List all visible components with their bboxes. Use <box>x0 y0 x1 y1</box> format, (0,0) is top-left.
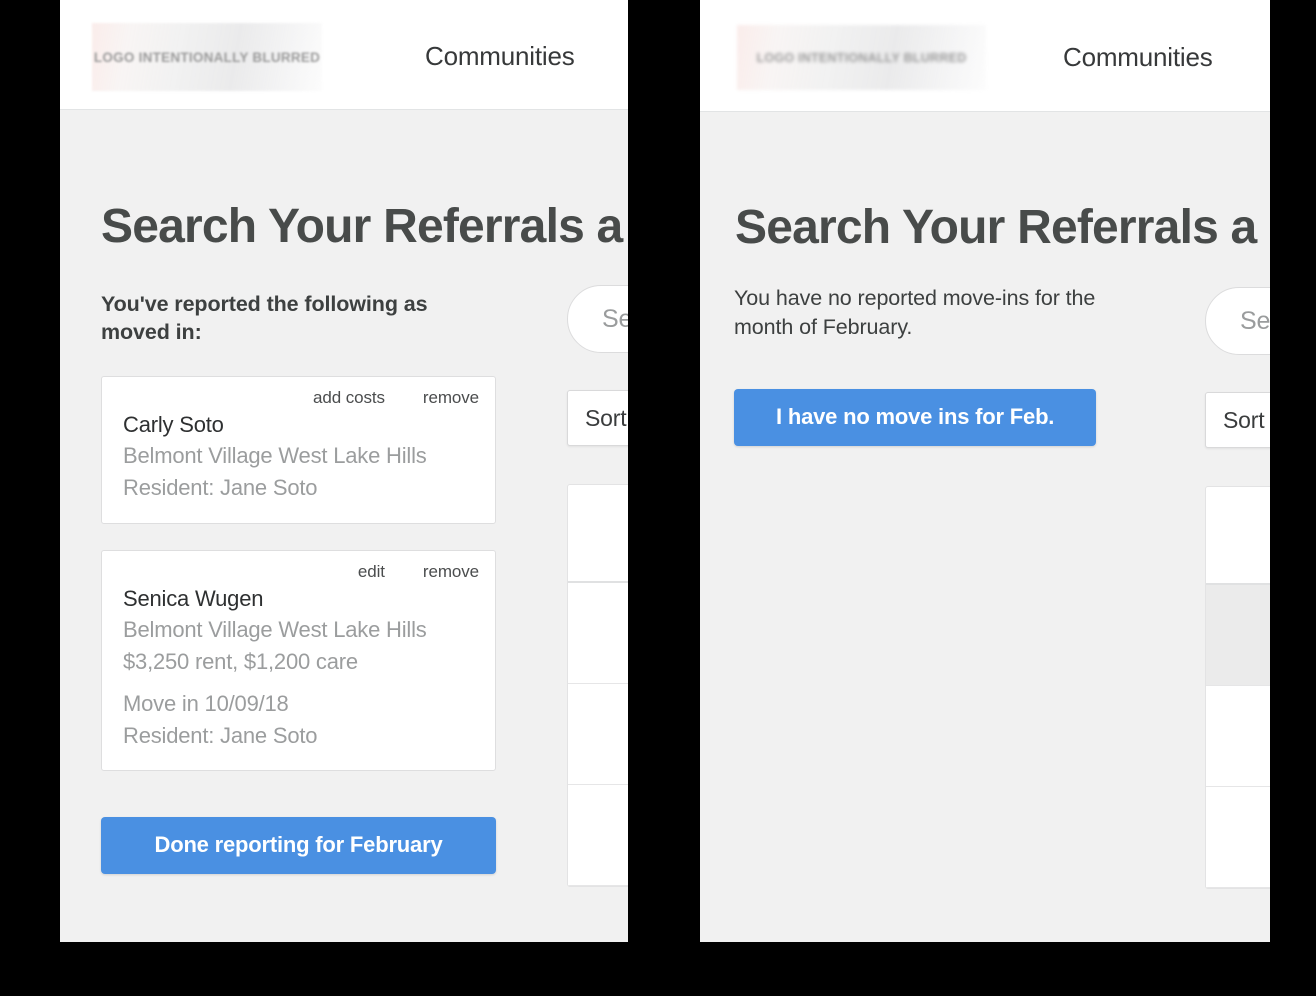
no-move-ins-message: You have no reported move-ins for the mo… <box>734 286 1096 340</box>
move-in-card: add costs remove Carly Soto Belmont Vill… <box>101 375 496 524</box>
edit-link[interactable]: edit <box>358 562 385 582</box>
page-title: Search Your Referrals a <box>735 201 1257 255</box>
no-move-ins-button[interactable]: I have no move ins for Feb. <box>734 389 1097 447</box>
screenshot-panel-right: LOGO INTENTIONALLY BLURRED Communities S… <box>700 0 1270 942</box>
page-title: Search Your Referrals a <box>101 200 623 254</box>
page-body: Search Your Referrals a You have no repo… <box>700 112 1270 942</box>
logo-placeholder-text: LOGO INTENTIONALLY BLURRED <box>93 49 321 65</box>
remove-link[interactable]: remove <box>423 388 479 408</box>
move-in-resident-name: Resident: Jane Soto <box>123 475 318 501</box>
table-row[interactable]: Ye <box>1206 787 1270 888</box>
table-row[interactable]: Ye <box>1206 585 1270 686</box>
nav-link-communities[interactable]: Communities <box>425 41 575 72</box>
table-row[interactable]: Ye <box>568 785 628 886</box>
site-header: LOGO INTENTIONALLY BLURRED Communities <box>60 0 628 110</box>
search-input[interactable] <box>567 285 628 353</box>
brand-logo-blurred[interactable]: LOGO INTENTIONALLY BLURRED <box>92 23 322 91</box>
add-costs-link[interactable]: add costs <box>313 388 385 408</box>
logo-placeholder-text: LOGO INTENTIONALLY BLURRED <box>756 50 967 65</box>
move-in-card-actions: edit remove <box>123 562 479 582</box>
search-input[interactable] <box>1205 287 1270 355</box>
table-row[interactable]: Ye <box>568 583 628 684</box>
sort-select[interactable]: Sort <box>567 390 628 446</box>
move-in-referral-name: Senica Wugen <box>123 585 264 611</box>
page-body: Search Your Referrals a You've reported … <box>60 110 628 942</box>
move-in-card-actions: add costs remove <box>123 388 479 408</box>
site-header: LOGO INTENTIONALLY BLURRED Communities <box>700 0 1270 112</box>
move-in-community-name: Belmont Village West Lake Hills <box>123 617 427 643</box>
search-and-results-column: Sort Did Ye Ye Ye <box>567 285 628 887</box>
sort-select[interactable]: Sort <box>1205 392 1270 448</box>
reported-move-ins-heading: You've reported the following as moved i… <box>101 292 428 345</box>
search-and-results-column: Sort Did Ye Ye Ye <box>1205 287 1270 889</box>
screenshot-panel-left: LOGO INTENTIONALLY BLURRED Communities S… <box>60 0 628 942</box>
move-in-date: Move in 10/09/18 <box>123 690 289 716</box>
table-row[interactable]: Ye <box>1206 686 1270 787</box>
remove-link[interactable]: remove <box>423 562 479 582</box>
table-column-header: Did <box>568 485 628 583</box>
reported-move-ins-column: You've reported the following as moved i… <box>101 290 496 875</box>
reported-move-ins-column: You have no reported move-ins for the mo… <box>734 284 1134 447</box>
referrals-results-table: Did Ye Ye Ye <box>567 484 628 887</box>
move-in-costs: $3,250 rent, $1,200 care <box>123 649 358 675</box>
nav-link-communities[interactable]: Communities <box>1063 42 1213 73</box>
move-in-resident-name: Resident: Jane Soto <box>123 723 318 749</box>
referrals-results-table: Did Ye Ye Ye <box>1205 486 1270 889</box>
move-in-card: edit remove Senica Wugen Belmont Village… <box>101 549 496 772</box>
table-row[interactable]: Ye <box>568 684 628 785</box>
table-column-header: Did <box>1206 487 1270 585</box>
move-in-community-name: Belmont Village West Lake Hills <box>123 443 427 469</box>
done-reporting-button[interactable]: Done reporting for February <box>101 817 496 875</box>
brand-logo-blurred[interactable]: LOGO INTENTIONALLY BLURRED <box>737 25 986 90</box>
move-in-referral-name: Carly Soto <box>123 411 224 437</box>
